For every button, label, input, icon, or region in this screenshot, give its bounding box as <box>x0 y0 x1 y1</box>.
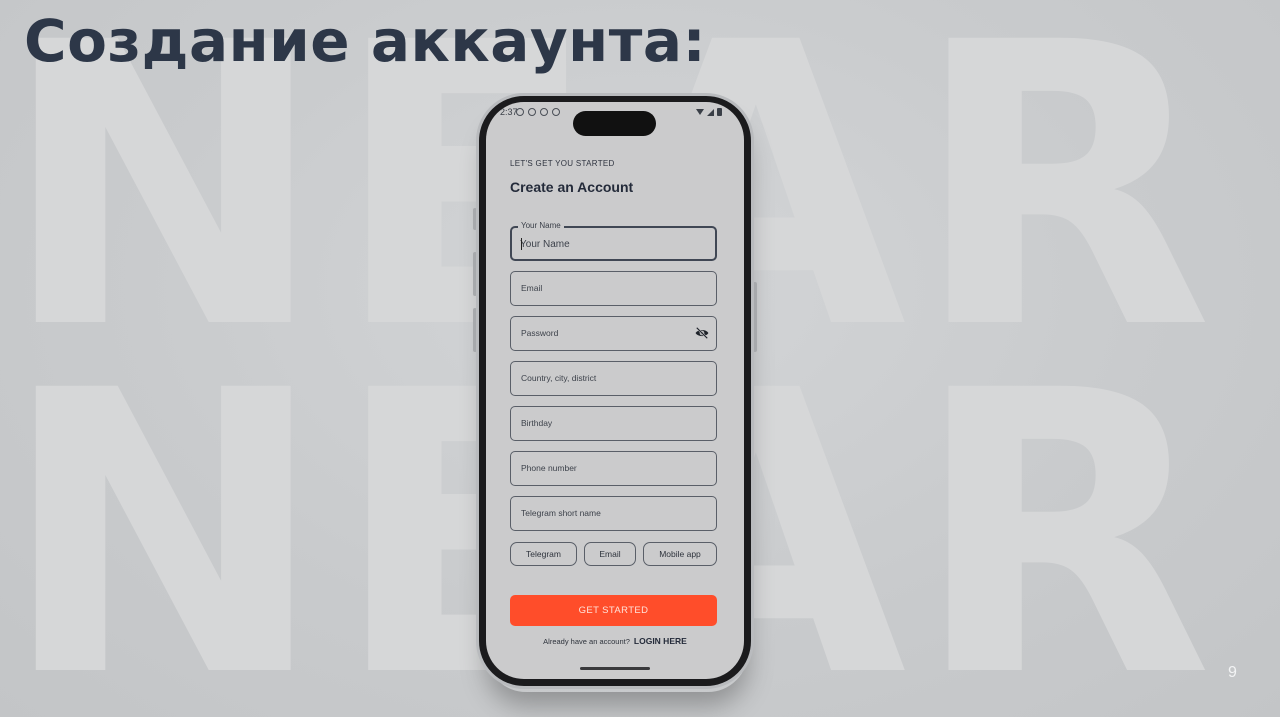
eye-off-icon[interactable] <box>695 327 709 339</box>
email-field-label: Email <box>521 283 543 293</box>
phone-number-field-label: Phone number <box>521 463 577 473</box>
birthday-field[interactable]: Birthday <box>510 406 717 441</box>
name-input[interactable] <box>520 237 680 251</box>
login-prompt: Already have an account? <box>543 636 630 646</box>
contact-option-mobile-app[interactable]: Mobile app <box>643 542 717 566</box>
location-field-label: Country, city, district <box>521 373 597 383</box>
get-started-button[interactable]: GET STARTED <box>510 595 717 626</box>
home-indicator[interactable] <box>580 667 650 670</box>
login-link[interactable]: LOGIN HERE <box>634 636 687 646</box>
phone-screen: 2:37 LET'S GET YOU STARTED Create an Acc… <box>486 102 744 679</box>
screen-eyebrow: LET'S GET YOU STARTED <box>510 159 615 168</box>
birthday-field-label: Birthday <box>521 418 553 428</box>
text-cursor <box>521 238 522 250</box>
email-field[interactable]: Email <box>510 271 717 306</box>
wifi-icon <box>696 109 704 115</box>
screen-title: Create an Account <box>510 179 634 195</box>
notification-icon <box>516 108 524 116</box>
telegram-field[interactable]: Telegram short name <box>510 496 717 531</box>
status-bar-system-icons <box>696 108 722 116</box>
contact-option-email[interactable]: Email <box>584 542 636 566</box>
dynamic-island <box>573 111 656 136</box>
contact-option-telegram[interactable]: Telegram <box>510 542 577 566</box>
page-number: 9 <box>1228 664 1237 681</box>
telegram-field-label: Telegram short name <box>521 508 601 518</box>
location-field[interactable]: Country, city, district <box>510 361 717 396</box>
name-field[interactable]: Your Name <box>510 221 717 261</box>
login-row: Already have an account? LOGIN HERE <box>486 636 744 646</box>
notification-icon <box>552 108 560 116</box>
password-field[interactable]: Password <box>510 316 717 351</box>
notification-icon <box>540 108 548 116</box>
signal-icon <box>707 108 714 116</box>
battery-icon <box>717 108 722 116</box>
slide-title: Создание аккаунта: <box>24 7 707 75</box>
name-field-label: Your Name <box>518 221 564 230</box>
status-bar-notification-icons <box>516 108 560 116</box>
password-field-label: Password <box>521 328 559 338</box>
status-bar-time: 2:37 <box>500 107 518 117</box>
notification-icon <box>528 108 536 116</box>
phone-number-field[interactable]: Phone number <box>510 451 717 486</box>
